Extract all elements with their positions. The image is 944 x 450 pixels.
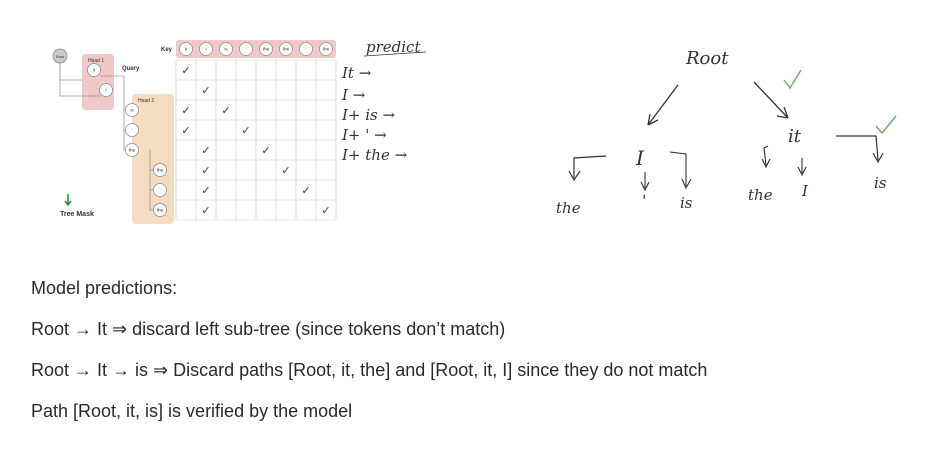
key-node-label: ' [246, 47, 247, 52]
right-branch-check-icon [783, 69, 802, 90]
handwritten-notes-figure: predict It → I → I+ is → I+ ' → I+ the →… [341, 38, 897, 217]
right-leaf-check-icon [875, 115, 897, 135]
leaf-mid-apostrophe: ' [642, 191, 646, 210]
notes-line-2: I → [341, 86, 366, 104]
model-predictions: Model predictions: Root → It ⇒ discard l… [31, 272, 911, 436]
query-label: Query [122, 66, 140, 72]
mask-check-icon: ✓ [241, 125, 250, 137]
prediction-line-2: Root → It → is ⇒ Discard paths [Root, it… [31, 360, 708, 380]
root-to-left-arrow-icon [647, 84, 679, 126]
query-node-label: the [129, 148, 136, 153]
leaf-mid-is: is [680, 194, 693, 212]
leaf-right-I: I [801, 182, 809, 200]
tree-left-mid-label: I [635, 146, 645, 170]
query-node-label: I [105, 88, 106, 93]
query-node-label: the [157, 208, 164, 213]
notes-line-4: I+ ' → [341, 126, 387, 144]
query-node-label: ' [132, 128, 133, 133]
tree-root-label: Root [685, 48, 729, 69]
tree-right-mid-label: it [788, 126, 802, 147]
leaf-left-the: the [556, 199, 581, 217]
mask-check-icon: ✓ [201, 165, 210, 177]
notes-line-5: I+ the → [341, 146, 408, 164]
root-to-right-arrow-icon [753, 81, 789, 119]
mask-check-icon: ✓ [201, 145, 210, 157]
mask-check-icon: ✓ [181, 125, 190, 137]
tree-mask-arrow-icon [64, 194, 72, 207]
mask-check-icon: ✓ [181, 65, 190, 77]
leaf-far-right-is: is [874, 174, 887, 192]
key-node-label: the [263, 47, 270, 52]
right-right-leaf-branch-icon [836, 135, 884, 164]
tree-attention-mask-figure: Root Key Query Head 1 Head 2 Tree Mask I… [52, 40, 337, 224]
prediction-line-1: Root → It ⇒ discard left sub-tree (since… [31, 319, 506, 339]
head2-box [132, 94, 174, 224]
key-label: Key [161, 47, 173, 53]
mask-check-icon: ✓ [301, 185, 310, 197]
mask-check-icon: ✓ [201, 185, 210, 197]
tree-connector [59, 63, 82, 81]
mask-check-icon: ✓ [181, 105, 190, 117]
key-node-label: the [323, 47, 330, 52]
notes-line-3: I+ is → [341, 106, 396, 124]
head1-label: Head 1 [88, 58, 104, 64]
mask-check-icon: ✓ [321, 205, 330, 217]
right-left-leaf-arrow-icon [761, 145, 771, 169]
mask-grid [175, 59, 337, 221]
tree-mask-label: Tree Mask [60, 211, 94, 218]
key-node-label: the [283, 47, 290, 52]
root-node-label: Root [56, 54, 65, 59]
prediction-line-3: Path [Root, it, is] is verified by the m… [31, 401, 353, 421]
leaf-right-the: the [748, 186, 773, 204]
query-node-label: ' [160, 188, 161, 193]
mask-check-icon: ✓ [201, 205, 210, 217]
left-leaf-branch-icon [568, 155, 607, 182]
right-mid-leaf-arrow-icon [797, 158, 807, 177]
mask-check-icon: ✓ [201, 85, 210, 97]
notes-line-1: It → [341, 64, 372, 82]
key-node-label: ' [306, 47, 307, 52]
mask-check-icon: ✓ [261, 145, 270, 157]
mask-check-icon: ✓ [221, 105, 230, 117]
head2-label: Head 2 [138, 98, 154, 104]
query-node-label: the [157, 168, 164, 173]
mask-check-icon: ✓ [281, 165, 290, 177]
key-node-label: I [205, 47, 206, 52]
notes-header: predict [366, 38, 421, 56]
left-right-leaf-branch-icon [669, 151, 692, 190]
left-mid-leaf-arrow-icon [640, 172, 650, 192]
predictions-heading: Model predictions: [31, 278, 178, 298]
